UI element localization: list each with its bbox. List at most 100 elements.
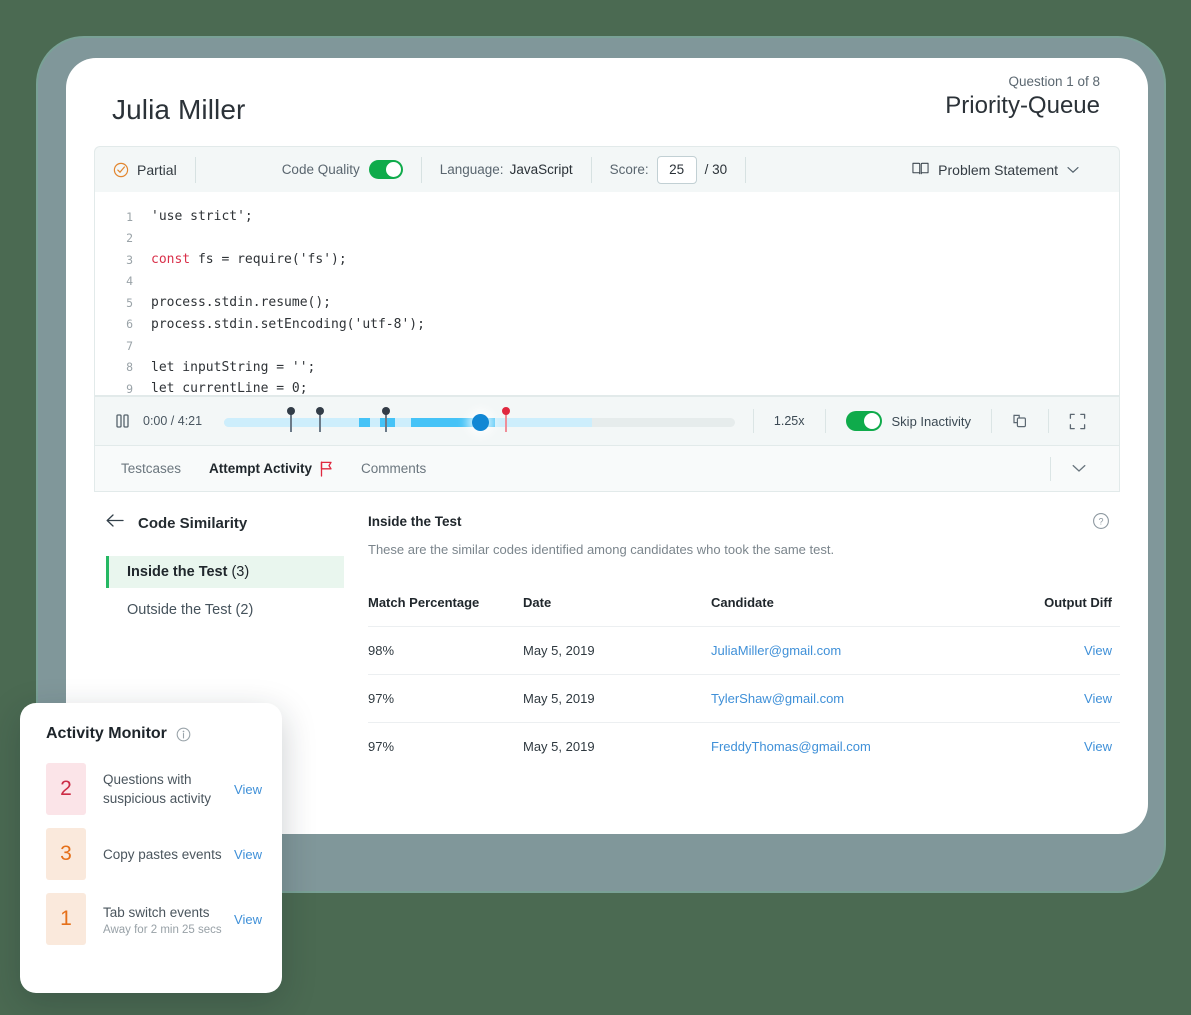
problem-statement-button[interactable]: Problem Statement bbox=[894, 147, 1119, 192]
cell-output-diff: View bbox=[988, 626, 1120, 675]
cell-output-diff: View bbox=[988, 722, 1120, 770]
question-title: Priority-Queue bbox=[945, 92, 1100, 119]
table-row: 97% May 5, 2019 TylerShaw@gmail.com View bbox=[368, 674, 1120, 723]
line-number: 6 bbox=[126, 317, 133, 332]
view-diff-link[interactable]: View bbox=[1084, 643, 1112, 658]
status-text: Partial bbox=[137, 161, 177, 178]
code-text: process.stdin.setEncoding('utf-8'); bbox=[151, 316, 425, 332]
tab-label: Comments bbox=[361, 461, 427, 476]
score-input[interactable]: 25 bbox=[656, 155, 697, 184]
activity-text: Tab switch events Away for 2 min 25 secs bbox=[86, 903, 226, 936]
activity-monitor-title: Activity Monitor bbox=[46, 725, 167, 742]
activity-monitor-list: 2 Questions with suspicious activity View 3… bbox=[46, 763, 262, 945]
code-line: 7 bbox=[95, 335, 1119, 357]
activity-monitor-item: 1 Tab switch events Away for 2 min 25 secs… bbox=[46, 893, 262, 945]
candidate-email-link[interactable]: FreddyThomas@gmail.com bbox=[711, 739, 871, 754]
question-meta: Question 1 of 8 Priority-Queue bbox=[945, 74, 1100, 120]
view-diff-link[interactable]: View bbox=[1084, 739, 1112, 754]
similarity-table: Match Percentage Date Candidate Output D… bbox=[368, 595, 1120, 770]
tab-attempt-activity[interactable]: Attempt Activity bbox=[195, 446, 347, 491]
playback-speed[interactable]: 1.25x bbox=[754, 414, 825, 428]
screenshot-stage: Julia Miller Question 1 of 8 Priority-Qu… bbox=[0, 0, 1191, 1015]
chevron-down-icon bbox=[1067, 162, 1079, 177]
code-line: 5 process.stdin.resume(); bbox=[95, 292, 1119, 314]
code-editor[interactable]: 1 'use strict'; 2 3 const fs = require('fs')… bbox=[94, 192, 1120, 396]
event-marker[interactable] bbox=[502, 406, 511, 432]
code-text: const fs = require('fs'); bbox=[151, 252, 347, 268]
code-text: process.stdin.resume(); bbox=[151, 295, 332, 311]
event-marker[interactable] bbox=[287, 406, 296, 432]
code-quality-label: Code Quality bbox=[281, 162, 360, 177]
similarity-nav-item[interactable]: Outside the Test (2) bbox=[106, 594, 344, 626]
playback-timecode: 0:00 / 4:21 bbox=[143, 414, 203, 428]
code-text: 'use strict'; bbox=[151, 209, 253, 225]
code-text: let currentLine = 0; bbox=[151, 381, 308, 396]
table-row: 98% May 5, 2019 JuliaMiller@gmail.com View bbox=[368, 626, 1120, 675]
table-body: 98% May 5, 2019 JuliaMiller@gmail.com View 9… bbox=[368, 626, 1120, 770]
arrow-left-icon[interactable] bbox=[106, 514, 124, 532]
section-tabs: Testcases Attempt Activity Comments bbox=[94, 446, 1120, 492]
line-number: 2 bbox=[126, 231, 133, 246]
playback-scrubber[interactable] bbox=[224, 406, 735, 436]
language-field: Language: JavaScript bbox=[422, 147, 591, 192]
circle-check-icon bbox=[113, 162, 129, 178]
table-header-row: Match Percentage Date Candidate Output D… bbox=[368, 595, 1120, 627]
code-lines: 1 'use strict'; 2 3 const fs = require('fs')… bbox=[95, 206, 1119, 396]
activity-monitor-item: 2 Questions with suspicious activity View bbox=[46, 763, 262, 815]
line-number: 3 bbox=[126, 252, 133, 267]
marker-dot bbox=[502, 407, 511, 415]
column-header-date: Date bbox=[523, 595, 552, 610]
code-quality-toggle[interactable] bbox=[368, 160, 403, 179]
tab-comments[interactable]: Comments bbox=[347, 446, 440, 491]
event-marker[interactable] bbox=[381, 406, 390, 432]
cell-candidate: FreddyThomas@gmail.com bbox=[711, 722, 989, 770]
cell-date: May 5, 2019 bbox=[523, 626, 711, 675]
activity-view-link[interactable]: View bbox=[226, 912, 262, 927]
activity-label: Questions with suspicious activity bbox=[103, 772, 212, 806]
skip-inactivity-toggle[interactable] bbox=[845, 411, 882, 431]
activity-monitor-header: Activity Monitor bbox=[46, 725, 262, 743]
question-counter: Question 1 of 8 bbox=[1008, 74, 1100, 89]
skip-inactivity-control[interactable]: Skip Inactivity bbox=[826, 411, 991, 431]
cell-output-diff: View bbox=[988, 674, 1120, 723]
info-circle-icon[interactable] bbox=[176, 727, 191, 742]
line-number: 8 bbox=[126, 360, 133, 375]
activity-view-link[interactable]: View bbox=[226, 782, 262, 797]
fullscreen-icon[interactable] bbox=[1049, 413, 1105, 430]
cell-date: May 5, 2019 bbox=[523, 722, 711, 770]
activity-label: Copy pastes events bbox=[103, 846, 222, 862]
line-number: 4 bbox=[126, 274, 133, 289]
activity-count-badge: 3 bbox=[46, 828, 86, 880]
code-line: 6 process.stdin.setEncoding('utf-8'); bbox=[95, 314, 1119, 336]
marker-dot bbox=[381, 407, 390, 415]
copy-icon[interactable] bbox=[992, 413, 1048, 430]
help-circle-icon[interactable]: ? bbox=[1092, 512, 1110, 535]
tab-label: Attempt Activity bbox=[209, 461, 313, 476]
activity-monitor-card: Activity Monitor 2 Questions with suspici… bbox=[20, 703, 282, 993]
divider bbox=[745, 156, 747, 183]
candidate-email-link[interactable]: JuliaMiller@gmail.com bbox=[711, 643, 841, 658]
marker-stem bbox=[318, 412, 321, 432]
activity-segment bbox=[359, 418, 370, 427]
playhead-handle[interactable] bbox=[471, 414, 489, 431]
event-marker[interactable] bbox=[315, 406, 324, 432]
pause-icon[interactable] bbox=[109, 414, 135, 428]
activity-view-link[interactable]: View bbox=[226, 847, 262, 862]
book-icon bbox=[912, 161, 929, 179]
activity-count-badge: 2 bbox=[46, 763, 86, 815]
candidate-email-link[interactable]: TylerShaw@gmail.com bbox=[711, 691, 844, 706]
column-header-output-diff: Output Diff bbox=[1044, 595, 1112, 610]
nav-item-count: (2) bbox=[231, 602, 254, 618]
buffered-range bbox=[224, 418, 592, 427]
tab-testcases[interactable]: Testcases bbox=[107, 446, 195, 491]
similarity-content: ? Inside the Test These are the similar … bbox=[344, 512, 1120, 770]
skip-inactivity-label: Skip Inactivity bbox=[891, 413, 971, 429]
chevron-down-icon[interactable] bbox=[1051, 464, 1107, 473]
activity-text: Copy pastes events bbox=[86, 845, 226, 864]
similarity-nav-item[interactable]: Inside the Test (3) bbox=[106, 556, 344, 588]
similarity-header[interactable]: Code Similarity bbox=[106, 514, 344, 532]
view-diff-link[interactable]: View bbox=[1084, 691, 1112, 706]
code-line: 3 const fs = require('fs'); bbox=[95, 249, 1119, 271]
code-quality-control[interactable]: Code Quality bbox=[196, 147, 421, 192]
activity-segment bbox=[379, 418, 396, 427]
